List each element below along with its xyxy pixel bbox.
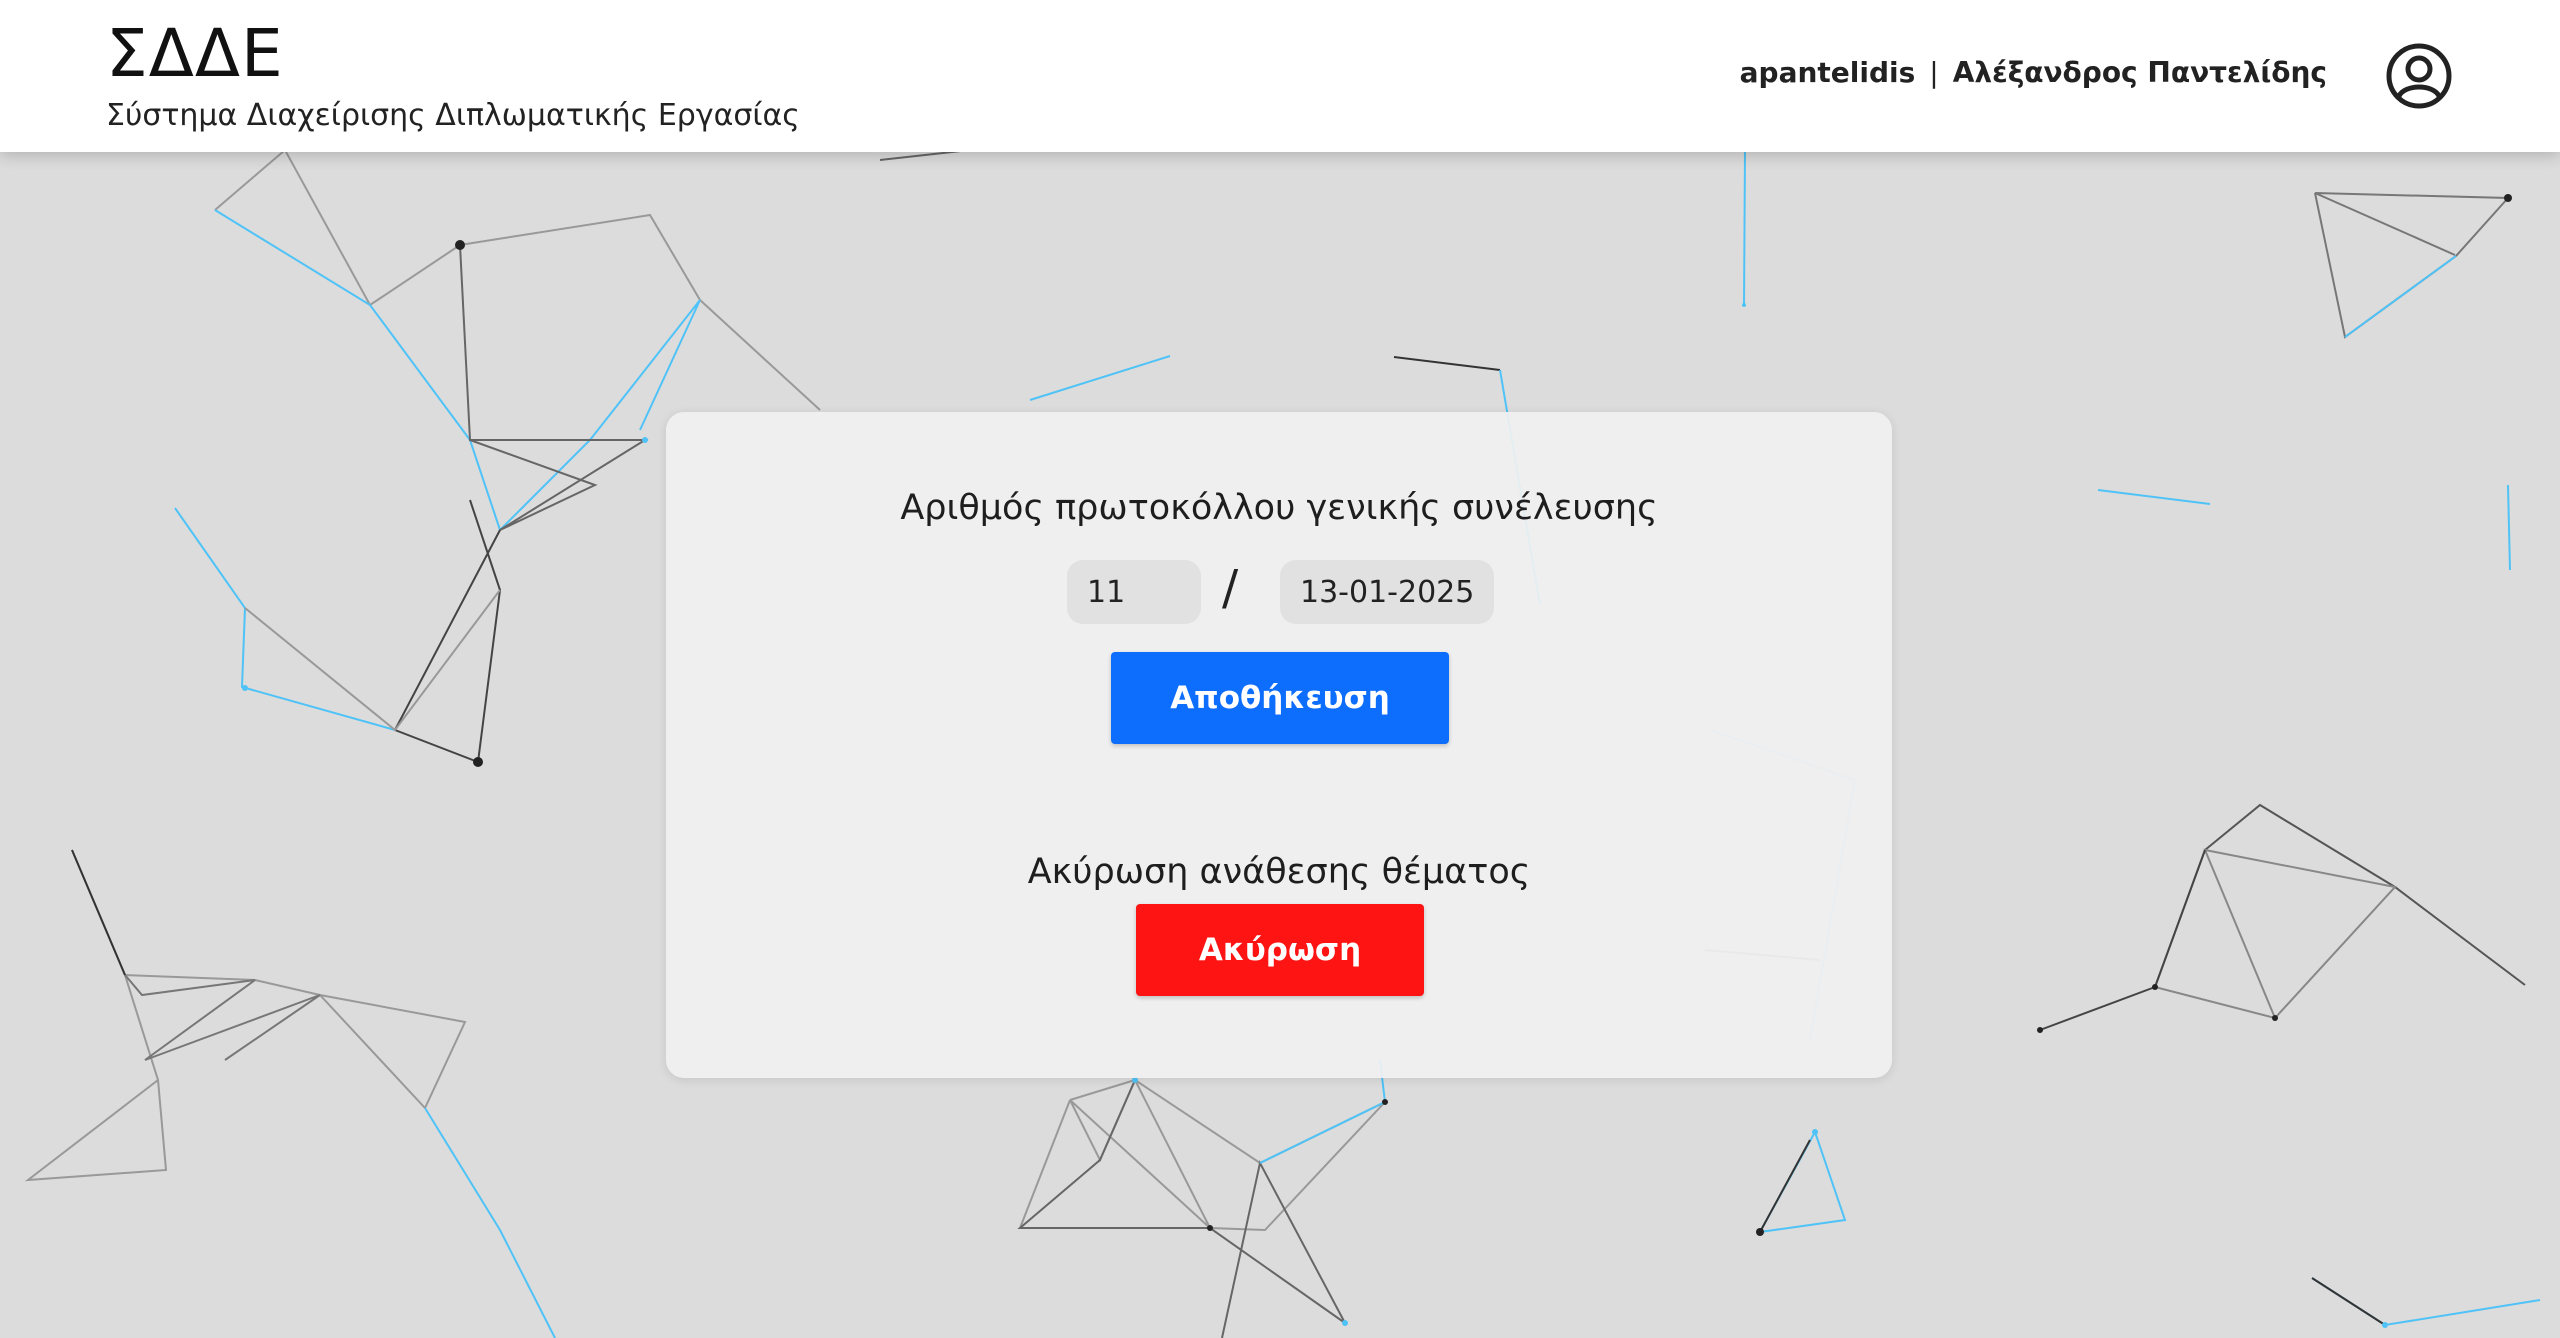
cancel-assignment-label: Ακύρωση ανάθεσης θέματος — [1027, 852, 1531, 892]
user-full-name: Αλέξανδρος Παντελίδης — [1952, 56, 2327, 89]
protocol-date-input[interactable] — [1280, 560, 1494, 624]
protocol-separator: / — [1222, 560, 1239, 616]
user-circle-icon[interactable] — [2385, 42, 2453, 110]
app-subtitle: Σύστημα Διαχείρισης Διπλωματικής Εργασία… — [106, 98, 800, 133]
app-title: ΣΔΔΕ — [106, 15, 284, 92]
user-separator: | — [1929, 56, 1939, 89]
save-button[interactable]: Αποθήκευση — [1111, 652, 1449, 744]
protocol-card: Αριθμός πρωτοκόλλου γενικής συνέλευσης /… — [666, 412, 1892, 1078]
protocol-number-input[interactable] — [1067, 560, 1201, 624]
top-header: ΣΔΔΕ Σύστημα Διαχείρισης Διπλωματικής Ερ… — [0, 0, 2560, 152]
cancel-assignment-button[interactable]: Ακύρωση — [1136, 904, 1424, 996]
user-info: apantelidis | Αλέξανδρος Παντελίδης — [1740, 56, 2327, 90]
protocol-label: Αριθμός πρωτοκόλλου γενικής συνέλευσης — [900, 488, 1658, 528]
username: apantelidis — [1739, 56, 1916, 89]
